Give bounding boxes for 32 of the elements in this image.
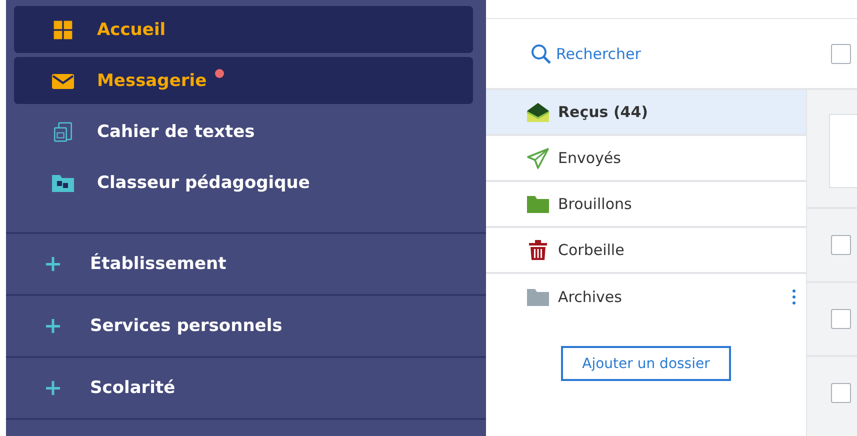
folder-icon <box>526 286 550 308</box>
sidebar-section[interactable]: Établissement <box>6 234 486 296</box>
envelope-icon <box>526 101 550 123</box>
folder-icon <box>526 193 550 215</box>
search-icon <box>530 42 552 64</box>
calendar-icon <box>51 122 75 142</box>
folder-item[interactable]: Brouillons <box>486 182 806 228</box>
sidebar-item[interactable]: Classeur pédagogique <box>14 159 473 206</box>
paper-plane-icon <box>526 147 550 169</box>
message-checkbox[interactable] <box>831 383 851 403</box>
sidebar-item[interactable]: Accueil <box>14 6 473 53</box>
plus-icon <box>46 319 60 333</box>
folder-item[interactable]: Archives <box>486 274 806 320</box>
grid-icon <box>51 20 75 40</box>
add-folder-button[interactable]: Ajouter un dossier <box>561 346 731 381</box>
sidebar-item[interactable]: Cahier de textes <box>14 108 473 155</box>
sidebar-section[interactable]: Services personnels <box>6 296 486 358</box>
folder-icon <box>51 172 75 192</box>
folder-item[interactable]: Corbeille <box>486 228 806 274</box>
message-checkbox[interactable] <box>831 235 851 255</box>
message-checkbox[interactable] <box>831 309 851 329</box>
sidebar-section[interactable]: Scolarité <box>6 358 486 420</box>
message-card[interactable] <box>829 114 857 188</box>
select-all-checkbox[interactable] <box>831 44 851 64</box>
sidebar-item[interactable]: Messagerie <box>14 57 473 104</box>
plus-icon <box>46 257 60 271</box>
plus-icon <box>46 381 60 395</box>
search-button[interactable]: Rechercher <box>530 42 830 64</box>
folder-item[interactable]: Envoyés <box>486 136 806 182</box>
more-icon[interactable] <box>792 289 796 305</box>
trash-icon <box>526 239 550 261</box>
folder-item[interactable]: Reçus (44) <box>486 90 806 136</box>
